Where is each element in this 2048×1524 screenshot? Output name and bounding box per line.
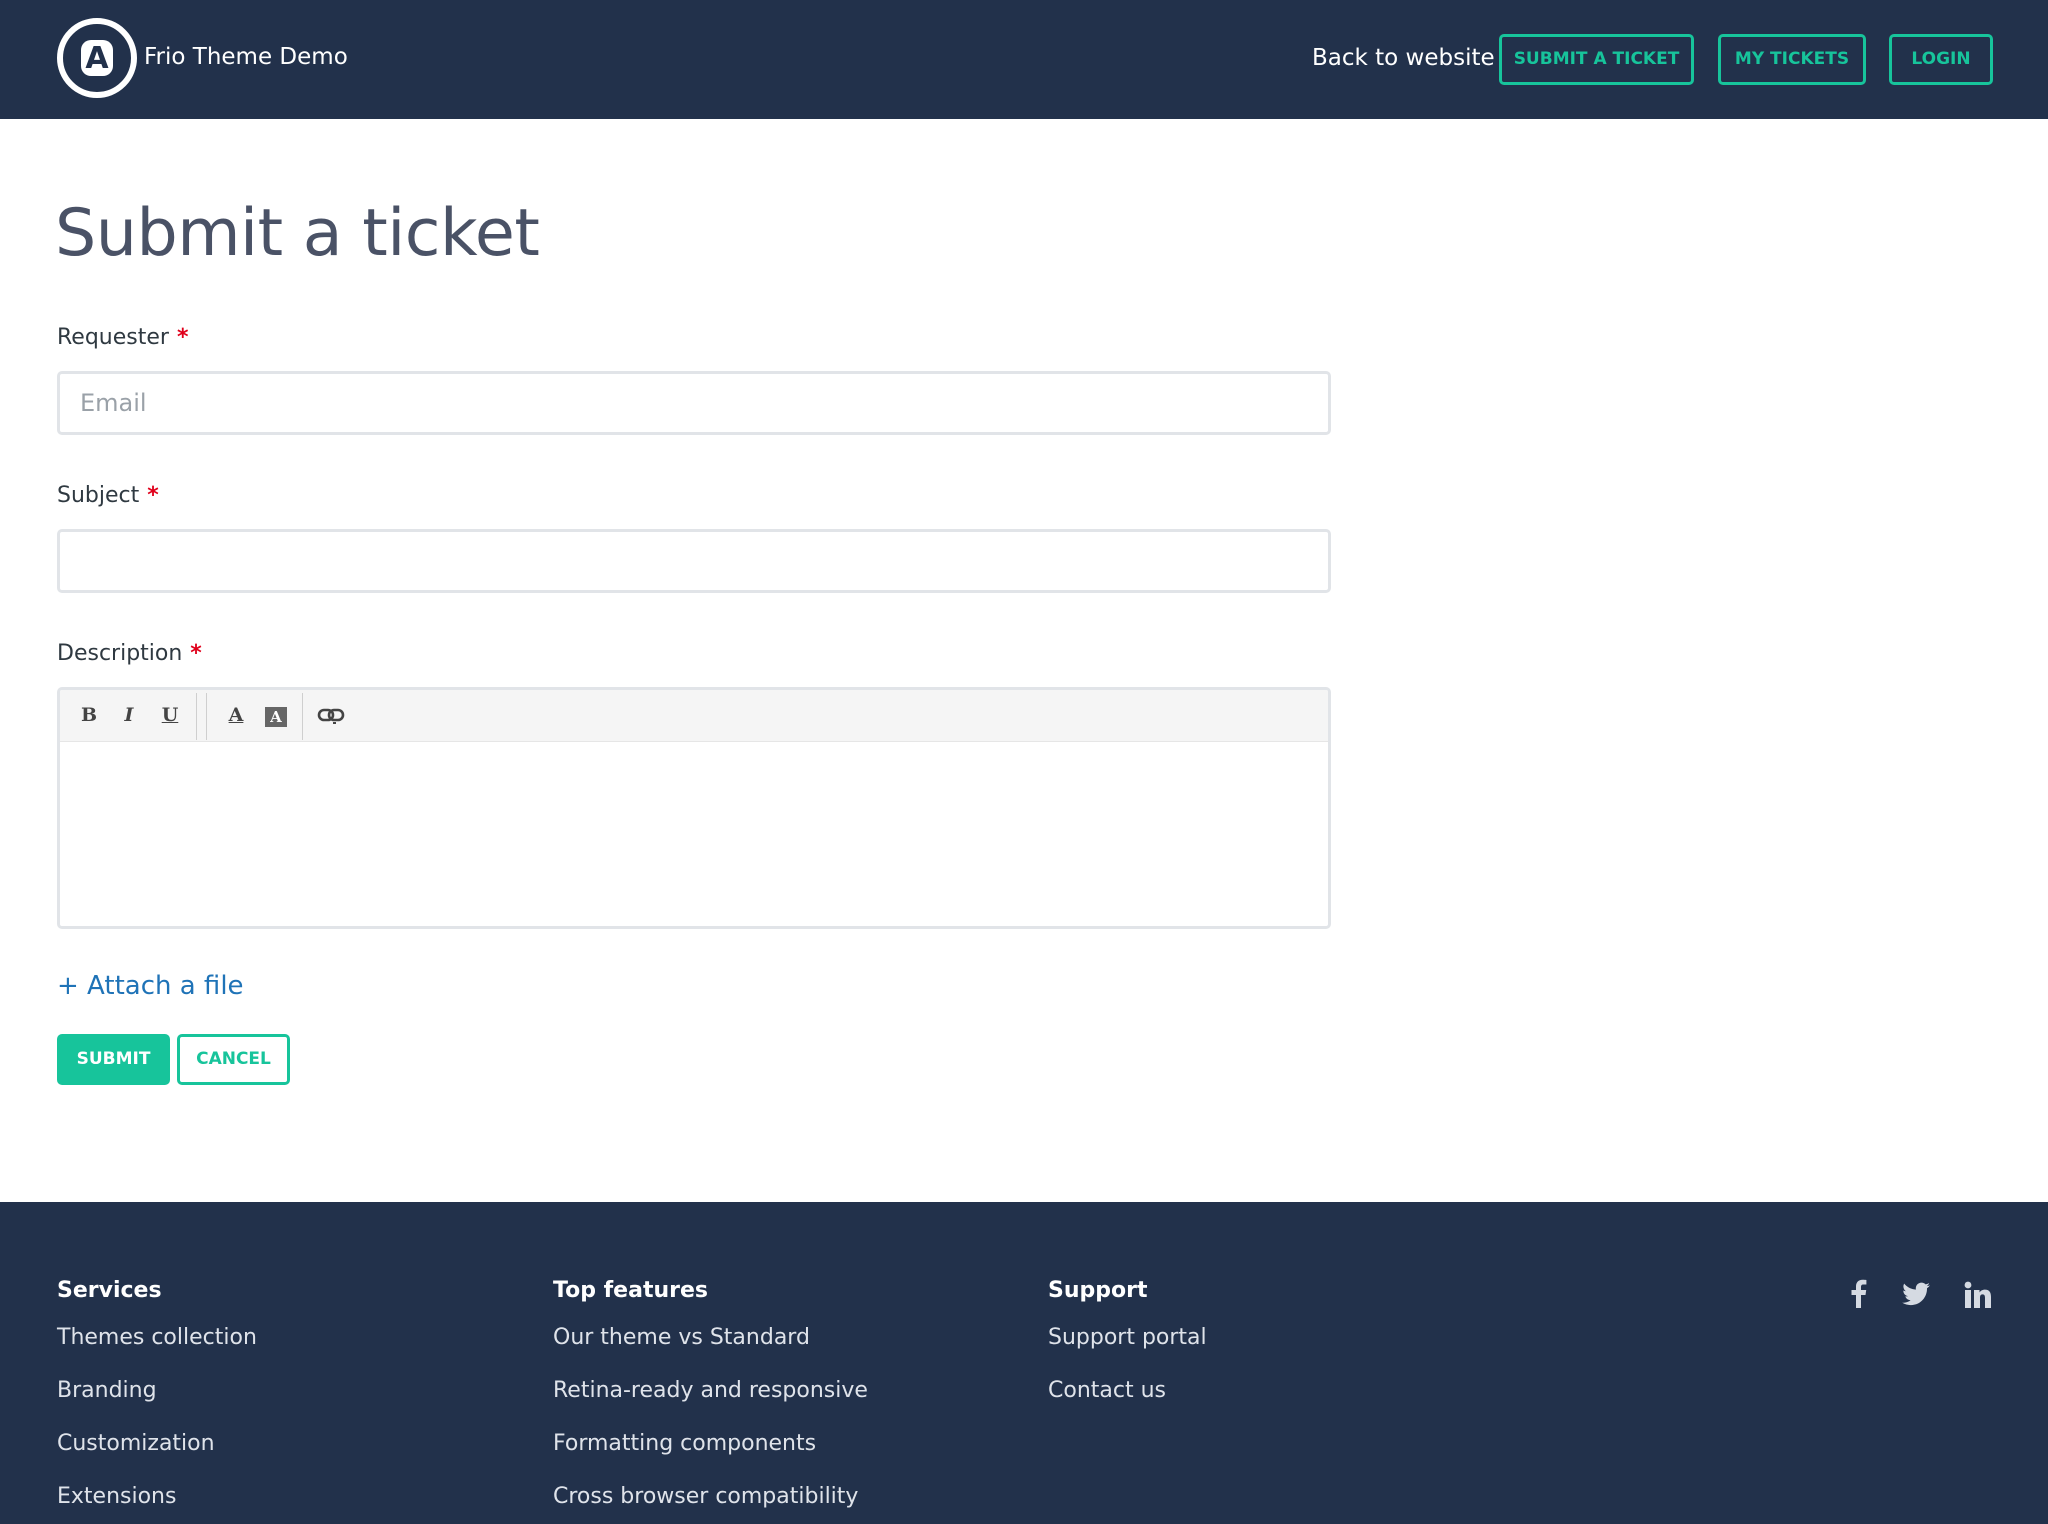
footer-link[interactable]: Support portal	[1048, 1325, 1207, 1352]
requester-label-text: Requester	[57, 325, 169, 350]
description-label-text: Description	[57, 641, 183, 666]
brand-name[interactable]: Frio Theme Demo	[144, 44, 348, 70]
required-marker: *	[176, 325, 189, 350]
login-button[interactable]: LOGIN	[1889, 34, 1993, 85]
logo-letter: A	[81, 40, 113, 76]
site-footer: Services Themes collection Branding Cust…	[0, 1202, 2048, 1524]
footer-link[interactable]: Our theme vs Standard	[553, 1325, 868, 1352]
back-to-website-link[interactable]: Back to website	[1312, 45, 1495, 71]
cancel-button[interactable]: CANCEL	[177, 1034, 290, 1085]
linkedin-icon[interactable]	[1964, 1278, 1994, 1312]
submit-button[interactable]: SUBMIT	[57, 1034, 170, 1085]
font-color-button[interactable]: A	[223, 704, 249, 726]
footer-link[interactable]: Retina-ready and responsive	[553, 1378, 868, 1405]
bold-button[interactable]: B	[76, 704, 102, 726]
footer-column-title: Services	[57, 1278, 162, 1303]
footer-link[interactable]: Branding	[57, 1378, 257, 1405]
required-marker: *	[147, 483, 159, 508]
submit-ticket-button[interactable]: SUBMIT A TICKET	[1499, 34, 1694, 85]
subject-label-text: Subject	[57, 483, 140, 508]
background-color-button[interactable]: A	[265, 707, 287, 727]
footer-link[interactable]: Cross browser compatibility	[553, 1484, 868, 1511]
underline-button[interactable]: U	[157, 704, 183, 726]
description-editor: B I U A A	[57, 687, 1331, 929]
attach-file-link[interactable]: + Attach a file	[57, 971, 244, 1001]
footer-column-services: Services Themes collection Branding Cust…	[57, 1278, 257, 1524]
footer-link[interactable]: Contact us	[1048, 1378, 1207, 1405]
description-textarea[interactable]	[60, 742, 1328, 926]
footer-link[interactable]: Extensions	[57, 1484, 257, 1511]
footer-column-title: Support	[1048, 1278, 1148, 1303]
twitter-icon[interactable]	[1901, 1278, 1931, 1312]
subject-label: Subject *	[57, 483, 159, 508]
link-icon[interactable]	[317, 704, 345, 731]
subject-input[interactable]	[57, 529, 1331, 593]
footer-link[interactable]: Formatting components	[553, 1431, 868, 1458]
footer-column-title: Top features	[553, 1278, 708, 1303]
requester-label: Requester *	[57, 325, 188, 350]
toolbar-divider	[302, 693, 303, 740]
footer-column-support: Support Support portal Contact us	[1048, 1278, 1207, 1431]
page-title: Submit a ticket	[55, 196, 540, 271]
footer-column-top-features: Top features Our theme vs Standard Retin…	[553, 1278, 868, 1524]
footer-link[interactable]: Customization	[57, 1431, 257, 1458]
requester-email-input[interactable]	[57, 371, 1331, 435]
site-header: A Frio Theme Demo Back to website SUBMIT…	[0, 0, 2048, 119]
my-tickets-button[interactable]: MY TICKETS	[1718, 34, 1866, 85]
logo-icon[interactable]: A	[57, 18, 137, 98]
required-marker: *	[190, 641, 202, 666]
italic-button[interactable]: I	[116, 704, 142, 726]
footer-link[interactable]: Themes collection	[57, 1325, 257, 1352]
description-label: Description *	[57, 641, 202, 666]
toolbar-divider	[196, 693, 197, 740]
toolbar-divider	[206, 693, 207, 740]
editor-toolbar: B I U A A	[60, 690, 1328, 742]
facebook-icon[interactable]	[1848, 1278, 1868, 1312]
